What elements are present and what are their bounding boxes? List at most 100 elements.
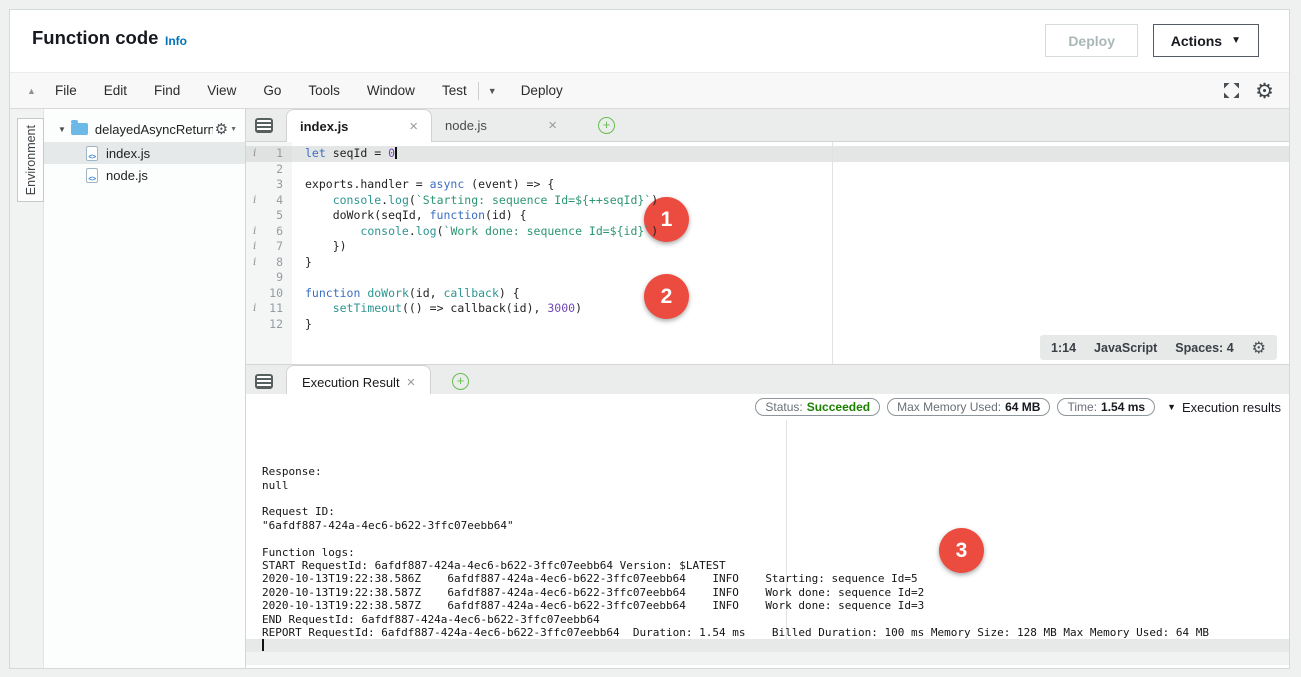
deploy-button[interactable]: Deploy [1045,24,1138,57]
indent-setting[interactable]: Spaces: 4 [1175,341,1233,355]
code-token: ) [651,224,658,238]
code-token: console [333,193,381,207]
code-token: seqId = [326,146,388,160]
add-tab-icon[interactable]: + [598,117,615,134]
status-pill: Status:Succeeded [755,398,880,416]
gutter-line: 9 [246,270,292,286]
editor-tabbar: index.js× node.js × + [246,109,1289,142]
tree-item-node-js[interactable]: <>node.js [44,164,245,186]
page-title: Function code [32,27,158,49]
language-mode[interactable]: JavaScript [1094,341,1157,355]
tree-gear-icon: ⚙ [215,120,228,138]
code-line [292,162,1289,178]
menu-item-edit[interactable]: Edit [104,83,127,98]
code-token: `Work done: sequence Id=${id}` [444,224,652,238]
menu-item-find[interactable]: Find [154,83,180,98]
line-number: 8 [276,255,283,269]
ide-body: Environment ▼ delayedAsyncReturn ⚙ ▼ <>i… [10,109,1289,668]
line-number: 5 [276,208,283,222]
menu-item-view[interactable]: View [207,83,236,98]
line-number: 10 [269,286,283,300]
code-token: 0 [388,146,395,160]
code-token [305,301,333,315]
gutter-line: 3 [246,177,292,193]
code-token: doWork [367,286,409,300]
gutter-line: 10 [246,286,292,302]
info-annotation-icon[interactable]: i [253,193,256,209]
code-token: (id) { [485,208,527,222]
tab-list-icon[interactable] [255,118,273,133]
code-token: . [409,224,416,238]
environment-tab[interactable]: Environment [17,118,44,202]
info-annotation-icon[interactable]: i [253,146,256,162]
close-tab-icon[interactable]: × [409,118,418,135]
cursor-position: 1:14 [1051,341,1076,355]
fullscreen-icon[interactable] [1223,82,1240,99]
code-token: exports.handler = [305,177,430,191]
folder-disclosure-icon[interactable]: ▼ [58,125,66,134]
line-number: 9 [276,270,283,284]
tree-item-index-js[interactable]: <>index.js [44,142,245,164]
output-line: END RequestId: 6afdf887-424a-4ec6-b622-3… [246,613,1289,626]
info-link[interactable]: Info [165,34,187,48]
code-line: }) [292,239,1289,255]
gutter-line: i4 [246,193,292,209]
result-tab-list-icon[interactable] [255,374,273,389]
tab-index-js[interactable]: index.js× [286,109,432,142]
code-content[interactable]: let seqId = 0 exports.handler = async (e… [292,142,1289,364]
code-line: let seqId = 0 [292,146,1289,162]
info-annotation-icon[interactable]: i [253,255,256,271]
info-annotation-icon[interactable]: i [253,301,256,317]
code-token: let [305,146,326,160]
info-annotation-icon[interactable]: i [253,224,256,240]
tree-folder-row[interactable]: ▼ delayedAsyncReturn ⚙ ▼ [44,118,245,140]
menu-item-go[interactable]: Go [263,83,281,98]
code-editor[interactable]: i123i45i6i7i8910i1112 let seqId = 0 expo… [246,142,1289,364]
line-number: 6 [276,224,283,238]
gutter-line: i7 [246,239,292,255]
gutter-line: i8 [246,255,292,271]
code-token: (event) => { [464,177,554,191]
code-line: console.log(`Work done: sequence Id=${id… [292,224,1289,240]
ide-settings-gear-icon[interactable]: ⚙ [1255,79,1274,103]
menu-item-deploy[interactable]: Deploy [521,83,563,98]
pill-label: Status: [765,400,802,414]
gutter-line: i1 [246,146,292,162]
output-scrollbar-track[interactable] [246,651,1289,665]
menu-item-window[interactable]: Window [367,83,415,98]
gutter-line: 12 [246,317,292,333]
code-token [305,224,360,238]
result-status-row: Status:SucceededMax Memory Used:64 MBTim… [246,394,1289,420]
actions-button-label: Actions [1171,33,1222,49]
actions-button[interactable]: Actions ▼ [1153,24,1259,57]
execution-results-toggle[interactable]: ▼ Execution results [1167,400,1281,415]
code-token: ( [437,224,444,238]
collapse-up-icon[interactable]: ▲ [27,86,36,96]
menu-item-tools[interactable]: Tools [308,83,340,98]
menu-item-file[interactable]: File [55,83,77,98]
function-code-panel: Function code Info Deploy Actions ▼ ▲ Fi… [9,9,1290,669]
line-number: 4 [276,193,283,207]
tree-settings-button[interactable]: ⚙ ▼ [215,120,237,138]
add-result-tab-icon[interactable]: + [452,373,469,390]
close-tab-icon[interactable]: × [548,117,557,134]
folder-name: delayedAsyncReturn [95,122,213,137]
execution-output[interactable]: Response:null Request ID:"6afdf887-424a-… [246,420,1289,647]
line-number: 12 [269,317,283,331]
code-token: doWork(seqId, [305,208,430,222]
code-line [292,270,1289,286]
code-token: ) { [499,286,520,300]
tab-label: node.js [445,118,487,133]
editor-settings-gear-icon[interactable]: ⚙ [1252,338,1266,357]
code-line: doWork(seqId, function(id) { [292,208,1289,224]
close-tab-icon[interactable]: × [407,374,416,391]
menu-item-test[interactable]: Test [442,83,467,98]
gutter-line: i6 [246,224,292,240]
test-dropdown-icon[interactable]: ▼ [488,86,497,96]
line-number: 3 [276,177,283,191]
code-line: exports.handler = async (event) => { [292,177,1289,193]
code-token: `Starting: sequence Id=${++seqId}` [416,193,651,207]
info-annotation-icon[interactable]: i [253,239,256,255]
tab-node-js[interactable]: node.js × [432,109,570,142]
pill-label: Max Memory Used: [897,400,1001,414]
